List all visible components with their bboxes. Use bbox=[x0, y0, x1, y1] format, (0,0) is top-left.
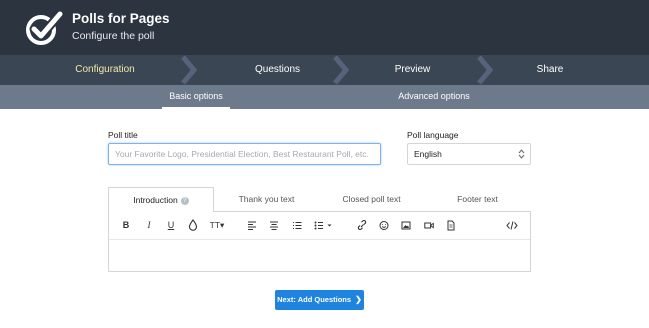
tab-thank-you-text[interactable]: Thank you text bbox=[214, 187, 319, 212]
font-size-icon[interactable]: TT▾ bbox=[208, 218, 226, 232]
file-icon[interactable] bbox=[446, 218, 456, 232]
color-drop-icon[interactable] bbox=[188, 218, 198, 232]
rich-text-editor: B I U TT▾ bbox=[108, 211, 531, 272]
select-arrows-icon bbox=[518, 149, 525, 159]
emoji-icon[interactable] bbox=[379, 218, 389, 232]
align-left-icon[interactable] bbox=[247, 218, 257, 232]
chevron-right-icon bbox=[333, 55, 350, 85]
code-icon[interactable] bbox=[506, 218, 518, 232]
chevron-right-icon bbox=[477, 55, 494, 85]
bold-icon[interactable]: B bbox=[121, 218, 131, 232]
align-center-icon[interactable] bbox=[269, 218, 279, 232]
unordered-list-icon[interactable] bbox=[314, 218, 332, 232]
image-icon[interactable] bbox=[401, 218, 411, 232]
next-add-questions-button[interactable]: Next: Add Questions ❯ bbox=[275, 290, 364, 310]
link-icon[interactable] bbox=[357, 218, 367, 232]
app-header: Polls for Pages Configure the poll bbox=[0, 0, 649, 55]
step-preview[interactable]: Preview bbox=[350, 55, 475, 85]
wizard-steps: Configuration Questions Preview Share bbox=[0, 55, 649, 85]
tab-advanced-options[interactable]: Advanced options bbox=[390, 85, 478, 109]
checkmark-badge-icon bbox=[26, 10, 63, 45]
poll-language-label: Poll language bbox=[407, 130, 459, 140]
step-share[interactable]: Share bbox=[495, 55, 605, 85]
tab-footer-text[interactable]: Footer text bbox=[424, 187, 531, 212]
app-subtitle: Configure the poll bbox=[72, 30, 155, 42]
italic-icon[interactable]: I bbox=[144, 218, 154, 232]
poll-title-label: Poll title bbox=[108, 130, 138, 140]
video-icon[interactable] bbox=[424, 218, 434, 232]
tab-closed-poll-text[interactable]: Closed poll text bbox=[319, 187, 424, 212]
step-configuration[interactable]: Configuration bbox=[20, 55, 190, 85]
toolbar-divider bbox=[109, 239, 530, 240]
poll-language-select[interactable]: English bbox=[407, 143, 531, 165]
text-tabs: Introduction? Thank you text Closed poll… bbox=[108, 187, 531, 212]
app-title: Polls for Pages bbox=[72, 11, 170, 26]
options-tabs: Basic options Advanced options bbox=[0, 85, 649, 109]
tab-introduction-label: Introduction bbox=[133, 195, 178, 205]
tab-basic-options[interactable]: Basic options bbox=[162, 85, 230, 109]
tab-introduction[interactable]: Introduction? bbox=[108, 187, 214, 212]
chevron-right-icon: ❯ bbox=[355, 295, 362, 304]
poll-title-input[interactable]: Your Favorite Logo, Presidential Electio… bbox=[108, 143, 381, 165]
underline-icon[interactable]: U bbox=[166, 218, 176, 232]
ordered-list-icon[interactable] bbox=[292, 218, 302, 232]
editor-toolbar: B I U TT▾ bbox=[109, 212, 530, 239]
poll-language-value: English bbox=[414, 149, 442, 159]
font-size-label: TT bbox=[209, 220, 221, 230]
next-button-label: Next: Add Questions bbox=[277, 295, 352, 304]
help-icon[interactable]: ? bbox=[180, 196, 189, 205]
